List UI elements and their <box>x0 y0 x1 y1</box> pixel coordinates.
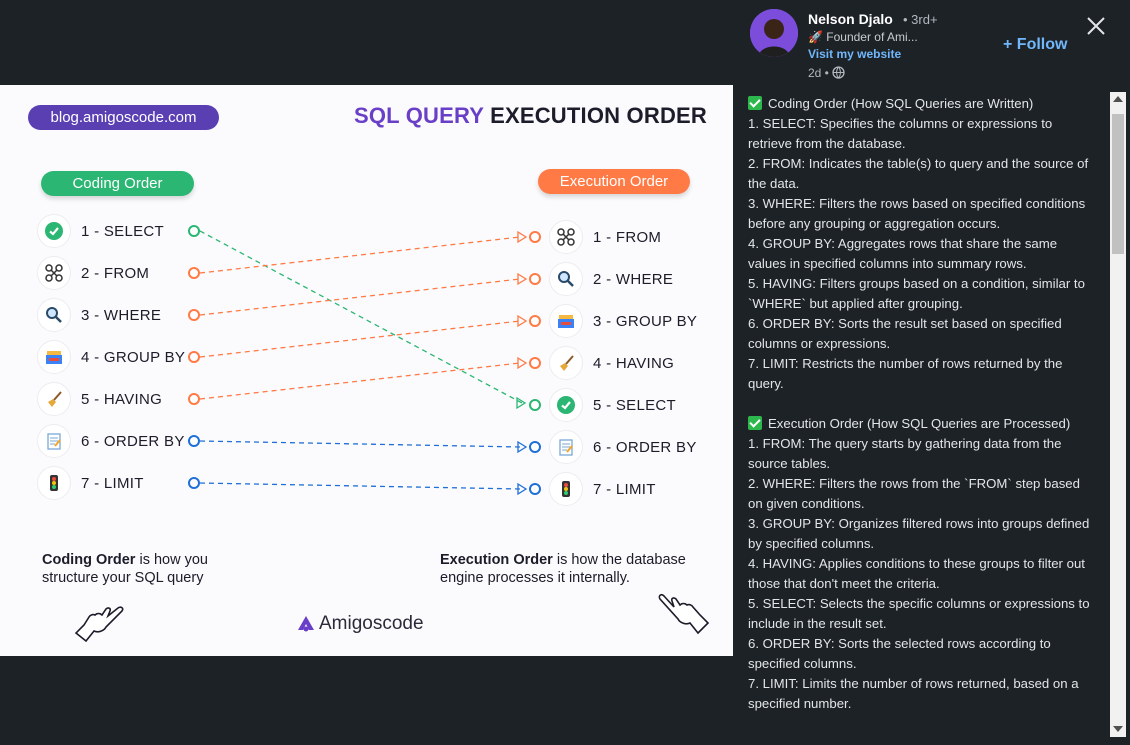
magnifier-icon <box>37 298 71 332</box>
exec-item-label: 6 - ORDER BY <box>593 438 697 456</box>
caption-rest: is how the database <box>552 552 686 568</box>
exec-header-text: Execution Order (How SQL Queries are Pro… <box>768 416 1071 431</box>
coding-header-text: Coding Order (How SQL Queries are Writte… <box>768 96 1034 111</box>
traffic-light-icon <box>37 466 71 500</box>
coding-item-label: 7 - LIMIT <box>81 474 144 492</box>
follow-button[interactable]: + Follow <box>1003 36 1067 54</box>
post-body: Coding Order (How SQL Queries are Writte… <box>748 94 1098 714</box>
exec-line: 5. SELECT: Selects the specific columns … <box>748 596 1090 631</box>
coding-line: 2. FROM: Indicates the table(s) to query… <box>748 156 1089 191</box>
coding-row-select: 1 - SELECT <box>37 214 165 248</box>
post-time: 2d • <box>808 66 845 80</box>
exec-item-label: 7 - LIMIT <box>593 480 656 498</box>
exec-line: 1. FROM: The query starts by gathering d… <box>748 436 1062 471</box>
post-image[interactable]: blog.amigoscode.com SQL QUERY EXECUTION … <box>0 85 733 656</box>
pointing-hand-icon <box>74 606 124 643</box>
coding-item-label: 2 - FROM <box>81 264 150 282</box>
coding-item-label: 4 - GROUP BY <box>81 348 186 366</box>
coding-row-from: 2 - FROM <box>37 256 150 290</box>
amigoscode-brand: Amigoscode <box>297 613 424 635</box>
exec-row-having: 4 - HAVING <box>549 346 675 380</box>
coding-header: Coding Order (How SQL Queries are Writte… <box>748 94 1098 114</box>
broom-icon <box>549 346 583 380</box>
close-icon[interactable] <box>1084 14 1108 38</box>
scroll-down-icon[interactable] <box>1113 726 1123 732</box>
exec-row-from: 1 - FROM <box>549 220 662 254</box>
coding-line: 6. ORDER BY: Sorts the result set based … <box>748 316 1062 351</box>
post-viewer: blog.amigoscode.com SQL QUERY EXECUTION … <box>0 0 1130 745</box>
exec-item-label: 5 - SELECT <box>593 396 677 414</box>
caption-bold: Execution Order <box>440 552 553 568</box>
exec-item-label: 4 - HAVING <box>593 354 675 372</box>
broom-icon <box>37 382 71 416</box>
exec-line: 6. ORDER BY: Sorts the selected rows acc… <box>748 636 1051 671</box>
notepad-icon <box>37 424 71 458</box>
caption-line2: engine processes it internally. <box>440 570 630 586</box>
exec-line: 4. HAVING: Applies conditions to these g… <box>748 556 1085 591</box>
check-icon <box>37 214 71 248</box>
exec-row-where: 2 - WHERE <box>549 262 674 296</box>
network-icon <box>549 220 583 254</box>
coding-row-limit: 7 - LIMIT <box>37 466 144 500</box>
exec-row-order-by: 6 - ORDER BY <box>549 430 697 464</box>
caption-bold: Coding Order <box>42 552 136 568</box>
exec-line: 7. LIMIT: Limits the number of rows retu… <box>748 676 1079 711</box>
coding-line: 7. LIMIT: Restricts the number of rows r… <box>748 356 1063 391</box>
exec-row-select: 5 - SELECT <box>549 388 677 422</box>
coding-item-label: 5 - HAVING <box>81 390 163 408</box>
coding-line: 5. HAVING: Filters groups based on a con… <box>748 276 1085 311</box>
brand-name: Amigoscode <box>319 613 424 634</box>
post-time-text: 2d • <box>808 66 829 80</box>
traffic-light-icon <box>549 472 583 506</box>
amigoscode-logo-icon <box>298 616 314 632</box>
visit-website-link[interactable]: Visit my website <box>808 47 901 61</box>
coding-row-having: 5 - HAVING <box>37 382 163 416</box>
exec-item-label: 1 - FROM <box>593 228 662 246</box>
exec-line: 3. GROUP BY: Organizes filtered rows int… <box>748 516 1090 551</box>
caption-rest: is how you <box>135 552 208 568</box>
exec-item-label: 2 - WHERE <box>593 270 674 288</box>
caption-line2: structure your SQL query <box>42 570 204 586</box>
coding-line: 4. GROUP BY: Aggregates rows that share … <box>748 236 1058 271</box>
author-avatar[interactable] <box>750 9 798 57</box>
scrollbar-thumb[interactable] <box>1112 114 1124 254</box>
coding-order-caption: Coding Order is how you structure your S… <box>42 551 208 587</box>
check-mark-icon <box>748 96 762 110</box>
author-name[interactable]: Nelson Djalo <box>808 11 893 27</box>
check-icon <box>549 388 583 422</box>
coding-row-where: 3 - WHERE <box>37 298 162 332</box>
coding-line: 1. SELECT: Specifies the columns or expr… <box>748 116 1053 151</box>
author-headline: 🚀 Founder of Ami... <box>808 30 918 44</box>
coding-row-group-by: 4 - GROUP BY <box>37 340 186 374</box>
coding-item-label: 1 - SELECT <box>81 222 165 240</box>
folder-icon <box>37 340 71 374</box>
magnifier-icon <box>549 262 583 296</box>
coding-row-order-by: 6 - ORDER BY <box>37 424 185 458</box>
network-icon <box>37 256 71 290</box>
check-mark-icon <box>748 416 762 430</box>
coding-item-label: 3 - WHERE <box>81 306 162 324</box>
pointing-hand-icon <box>658 593 710 635</box>
exec-line: 2. WHERE: Filters the rows from the `FRO… <box>748 476 1080 511</box>
notepad-icon <box>549 430 583 464</box>
connection-degree: • 3rd+ <box>903 12 938 27</box>
folder-icon <box>549 304 583 338</box>
exec-row-limit: 7 - LIMIT <box>549 472 656 506</box>
scroll-up-icon[interactable] <box>1113 96 1123 102</box>
exec-header: Execution Order (How SQL Queries are Pro… <box>748 414 1098 434</box>
exec-row-group-by: 3 - GROUP BY <box>549 304 698 338</box>
globe-icon <box>832 66 845 79</box>
coding-line: 3. WHERE: Filters the rows based on spec… <box>748 196 1086 231</box>
coding-item-label: 6 - ORDER BY <box>81 432 185 450</box>
execution-order-caption: Execution Order is how the database engi… <box>440 551 686 587</box>
exec-item-label: 3 - GROUP BY <box>593 312 698 330</box>
